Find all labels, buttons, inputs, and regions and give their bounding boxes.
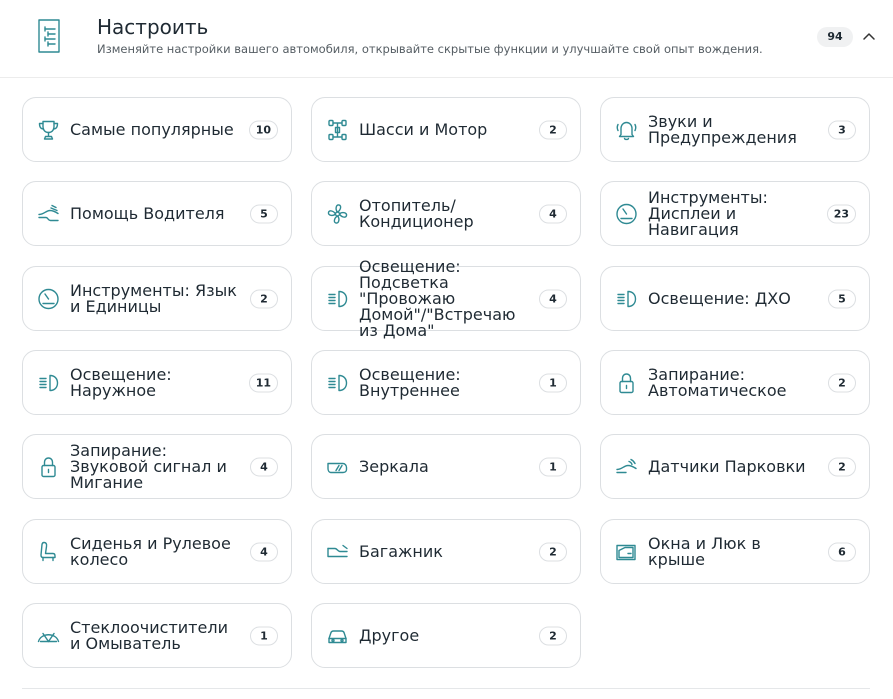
gauge-icon	[36, 286, 61, 311]
category-label: Инструменты: Дисплеи и Навигация	[648, 187, 768, 239]
wiper-icon	[36, 623, 61, 648]
page-title: Настроить	[97, 15, 209, 39]
category-count-badge: 3	[828, 120, 856, 139]
trophy-icon	[36, 117, 61, 142]
category-label: Запирание: Звуковой сигнал и Мигание	[70, 440, 227, 492]
category-label: Освещение: Подсветка "Провожаю Домой"/"В…	[359, 256, 516, 340]
category-label: Зеркала	[359, 456, 429, 476]
category-card[interactable]: Освещение: Подсветка "Провожаю Домой"/"В…	[311, 258, 581, 338]
category-card[interactable]: Зеркала 1	[311, 434, 581, 499]
bell-icon	[614, 117, 639, 142]
window-icon	[614, 539, 639, 564]
car-icon	[325, 623, 350, 648]
category-card[interactable]: Стеклоочистители и Омыватель 1	[22, 603, 292, 668]
category-label: Освещение: Наружное	[70, 364, 172, 400]
category-count-badge: 4	[250, 542, 278, 561]
collapse-button[interactable]	[860, 28, 878, 46]
category-label: Стеклоочистители и Омыватель	[70, 617, 228, 653]
category-count-badge: 1	[250, 626, 278, 645]
category-card[interactable]: Запирание: Звуковой сигнал и Мигание 4	[22, 434, 292, 499]
category-label: Датчики Парковки	[648, 456, 806, 476]
seat-icon	[36, 539, 61, 564]
category-count-badge: 2	[539, 120, 567, 139]
gauge-icon	[614, 201, 639, 226]
category-label: Инструменты: Язык и Единицы	[70, 280, 237, 316]
category-label: Багажник	[359, 541, 443, 561]
category-label: Сиденья и Рулевое колесо	[70, 533, 231, 569]
driver-assist-icon	[36, 201, 61, 226]
headlight-icon	[325, 370, 350, 395]
trunk-icon	[325, 539, 350, 564]
divider	[22, 688, 870, 689]
category-card[interactable]: Шасси и Мотор 2	[311, 97, 581, 162]
category-card[interactable]: Багажник 2	[311, 519, 581, 584]
category-label: Освещение: ДХО	[648, 288, 791, 308]
category-label: Запирание: Автоматическое	[648, 364, 787, 400]
category-card[interactable]: Освещение: Внутреннее 1	[311, 350, 581, 415]
category-count-badge: 6	[828, 542, 856, 561]
page-header: Настроить Изменяйте настройки вашего авт…	[0, 0, 893, 78]
category-count-badge: 2	[539, 542, 567, 561]
category-card[interactable]: Освещение: Наружное 11	[22, 350, 292, 415]
parking-sensor-icon	[614, 454, 639, 479]
category-card[interactable]: Сиденья и Рулевое колесо 4	[22, 519, 292, 584]
category-count-badge: 2	[828, 457, 856, 476]
category-label: Другое	[359, 625, 420, 645]
category-count-badge: 2	[828, 373, 856, 392]
category-count-badge: 11	[248, 373, 278, 392]
lock-icon	[36, 454, 61, 479]
category-label: Отопитель/ Кондиционер	[359, 195, 474, 231]
chassis-icon	[325, 117, 350, 142]
chevron-up-icon	[863, 33, 875, 40]
category-label: Освещение: Внутреннее	[359, 364, 461, 400]
category-card[interactable]: Звуки и Предупреждения 3	[600, 97, 870, 162]
category-card[interactable]: Запирание: Автоматическое 2	[600, 350, 870, 415]
category-label: Помощь Водителя	[70, 203, 225, 223]
category-card[interactable]: Датчики Парковки 2	[600, 434, 870, 499]
category-count-badge: 10	[248, 120, 278, 139]
category-card[interactable]: Окна и Люк в крыше 6	[600, 519, 870, 584]
category-count-badge: 2	[539, 626, 567, 645]
fan-icon	[325, 201, 350, 226]
category-card[interactable]: Самые популярные 10	[22, 97, 292, 162]
category-count-badge: 1	[539, 457, 567, 476]
mirror-icon	[325, 454, 350, 479]
headlight-icon	[614, 286, 639, 311]
category-label: Окна и Люк в крыше	[648, 533, 761, 569]
category-card[interactable]: Помощь Водителя 5	[22, 181, 292, 246]
category-count-badge: 5	[828, 289, 856, 308]
category-count-badge: 23	[826, 204, 856, 223]
category-card[interactable]: Освещение: ДХО 5	[600, 266, 870, 331]
category-count-badge: 5	[250, 204, 278, 223]
category-label: Шасси и Мотор	[359, 119, 488, 139]
category-count-badge: 2	[250, 289, 278, 308]
headlight-icon	[36, 370, 61, 395]
page-subtitle: Изменяйте настройки вашего автомобиля, о…	[97, 42, 763, 56]
total-count-badge: 94	[817, 27, 853, 47]
lock-icon	[614, 370, 639, 395]
category-card[interactable]: Отопитель/ Кондиционер 4	[311, 181, 581, 246]
category-card[interactable]: Другое 2	[311, 603, 581, 668]
category-count-badge: 4	[250, 457, 278, 476]
headlight-icon	[325, 286, 350, 311]
category-card[interactable]: Инструменты: Язык и Единицы 2	[22, 266, 292, 331]
category-count-badge: 1	[539, 373, 567, 392]
category-label: Звуки и Предупреждения	[648, 111, 797, 147]
category-count-badge: 4	[539, 204, 567, 223]
category-count-badge: 4	[539, 289, 567, 308]
category-card[interactable]: Инструменты: Дисплеи и Навигация 23	[600, 181, 870, 246]
customize-icon	[36, 18, 62, 54]
category-label: Самые популярные	[70, 119, 234, 139]
